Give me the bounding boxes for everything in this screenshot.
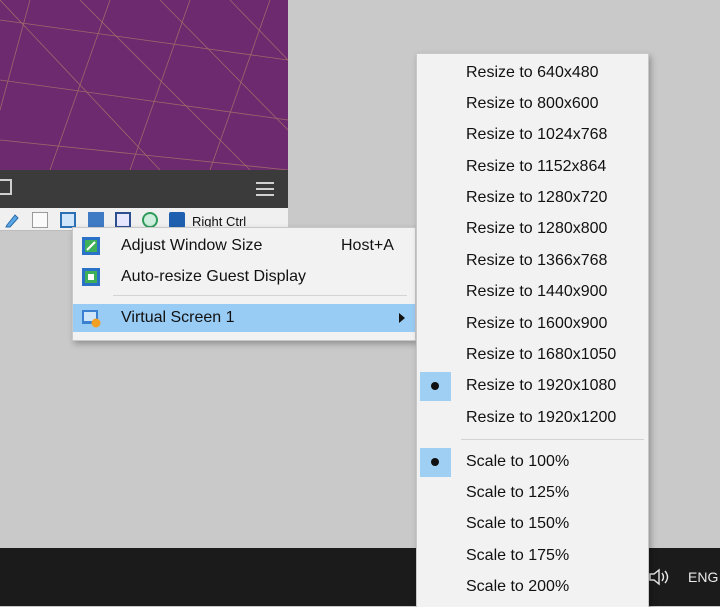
selected-bullet-icon bbox=[420, 372, 451, 401]
menu-item-adjust-window-size[interactable]: Adjust Window Size Host+A bbox=[73, 232, 415, 260]
pencil-icon[interactable] bbox=[4, 212, 20, 228]
menu-separator bbox=[113, 295, 407, 296]
square-icon[interactable] bbox=[0, 179, 12, 195]
menu-item-virtual-screen-1[interactable]: Virtual Screen 1 bbox=[73, 304, 415, 332]
menu-item-scale[interactable]: Scale to 175% bbox=[417, 541, 648, 572]
menu-item-resize[interactable]: Resize to 640x480 bbox=[417, 58, 648, 89]
menu-item-scale-selected[interactable]: Scale to 100% bbox=[417, 447, 648, 478]
mouse-integration-icon[interactable] bbox=[169, 212, 185, 228]
menu-item-resize[interactable]: Resize to 1280x800 bbox=[417, 214, 648, 245]
menu-item-scale[interactable]: Scale to 150% bbox=[417, 509, 648, 540]
menu-item-resize-selected[interactable]: Resize to 1920x1080 bbox=[417, 371, 648, 402]
guest-display[interactable] bbox=[0, 0, 288, 170]
menu-item-scale[interactable]: Scale to 200% bbox=[417, 572, 648, 603]
virtual-screen-icon bbox=[81, 308, 101, 328]
menu-item-resize[interactable]: Resize to 1280x720 bbox=[417, 183, 648, 214]
menu-item-resize[interactable]: Resize to 1024x768 bbox=[417, 120, 648, 151]
submenu-arrow-icon bbox=[399, 313, 405, 323]
hamburger-menu-icon[interactable] bbox=[256, 182, 274, 196]
adjust-window-icon bbox=[81, 236, 101, 256]
menu-separator bbox=[461, 439, 644, 440]
usb-icon[interactable] bbox=[115, 212, 131, 228]
vm-window: Right Ctrl bbox=[0, 0, 288, 231]
menu-item-auto-resize-guest-display[interactable]: Auto-resize Guest Display bbox=[73, 263, 415, 291]
speaker-icon[interactable] bbox=[648, 567, 674, 587]
menu-item-resize[interactable]: Resize to 1366x768 bbox=[417, 246, 648, 277]
auto-resize-icon bbox=[81, 267, 101, 287]
menu-item-resize[interactable]: Resize to 1440x900 bbox=[417, 277, 648, 308]
language-indicator[interactable]: ENG bbox=[688, 569, 718, 585]
menu-item-scale[interactable]: Scale to 125% bbox=[417, 478, 648, 509]
menu-item-resize[interactable]: Resize to 1152x864 bbox=[417, 152, 648, 183]
network-icon[interactable] bbox=[88, 212, 104, 228]
view-context-menu: Adjust Window Size Host+A Auto-resize Gu… bbox=[72, 227, 416, 341]
menu-item-resize[interactable]: Resize to 1600x900 bbox=[417, 309, 648, 340]
menu-item-resize[interactable]: Resize to 800x600 bbox=[417, 89, 648, 120]
record-icon[interactable] bbox=[142, 212, 158, 228]
guest-wallpaper-pattern bbox=[0, 0, 288, 170]
selected-bullet-icon bbox=[420, 448, 451, 477]
virtual-screen-submenu: Resize to 640x480 Resize to 800x600 Resi… bbox=[416, 53, 649, 607]
menu-item-resize[interactable]: Resize to 1680x1050 bbox=[417, 340, 648, 371]
menu-item-resize[interactable]: Resize to 1920x1200 bbox=[417, 403, 648, 434]
guest-panel bbox=[0, 170, 288, 208]
shared-folder-icon[interactable] bbox=[32, 212, 48, 228]
display-icon[interactable] bbox=[60, 212, 76, 228]
